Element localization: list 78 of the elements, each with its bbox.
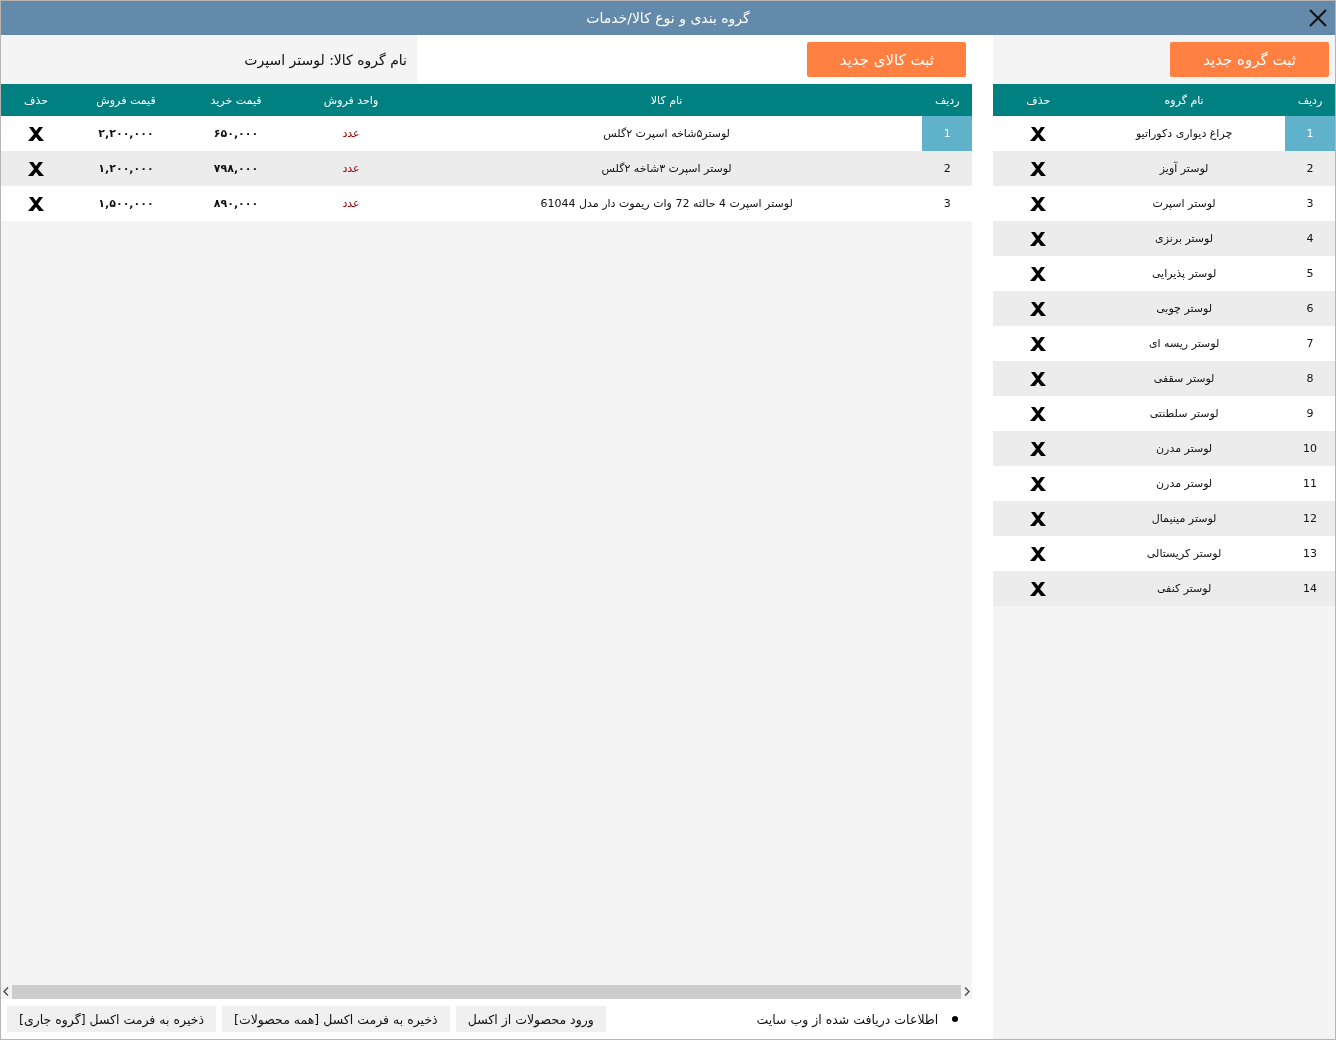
excel-button[interactable]: ورود محصولات از اکسل: [455, 1006, 606, 1032]
delete-icon[interactable]: [1029, 545, 1048, 562]
close-icon[interactable]: [1307, 7, 1329, 29]
table-cell-text: لوستر برنزی: [1154, 232, 1215, 245]
table-cell-text: 2: [1305, 161, 1315, 177]
table-cell-text: ۲,۲۰۰,۰۰۰: [97, 127, 155, 140]
table-cell-text: 11: [1302, 476, 1318, 492]
window-title: گروه بندی و نوع کالا/خدمات: [586, 10, 750, 26]
table-cell-text: 5: [1305, 266, 1315, 282]
delete-icon[interactable]: [1029, 125, 1048, 142]
table-cell-text: 8: [1305, 371, 1315, 387]
table-cell-text: 7: [1305, 336, 1315, 352]
table-cell-text: عدد: [341, 197, 361, 210]
table-cell-text: عدد: [341, 162, 361, 175]
delete-icon[interactable]: [27, 125, 45, 142]
table-cell-text: چراغ دیواری دکوراتیو: [1134, 127, 1234, 140]
bullet-icon: [952, 1016, 959, 1022]
table-cell: 1: [922, 116, 973, 151]
delete-icon[interactable]: [1029, 440, 1048, 457]
table-cell-text: لوستر چوبی: [1155, 302, 1214, 315]
table-cell-text: ۷۹۸,۰۰۰: [212, 162, 260, 175]
excel-button[interactable]: ذخیره به فرمت اکسل [همه محصولات]: [222, 1006, 450, 1032]
table-cell-text: لوستر کنفی: [1155, 582, 1213, 595]
delete-icon[interactable]: [1029, 475, 1048, 492]
table-cell-text: ۶۵۰,۰۰۰: [212, 127, 260, 140]
excel-button[interactable]: ذخیره به فرمت اکسل [گروه جاری]: [7, 1006, 216, 1032]
table-cell-text: 10: [1302, 441, 1318, 457]
table-cell-text: لوستر کریستالی: [1145, 547, 1223, 560]
table-cell-text: 3: [1305, 196, 1315, 212]
table-cell-text: لوستر مدرن: [1155, 477, 1214, 490]
delete-icon[interactable]: [1029, 230, 1048, 247]
table-cell-text: 4: [1305, 231, 1315, 247]
column-header: ردیف: [933, 93, 961, 107]
table-cell-text: لوستر سلطنتی: [1148, 407, 1220, 420]
column-header: حذف: [23, 93, 49, 107]
delete-icon[interactable]: [1029, 300, 1048, 317]
table-cell-text: 14: [1302, 581, 1318, 597]
delete-icon[interactable]: [1029, 370, 1048, 387]
table-cell-text: عدد: [341, 127, 361, 140]
column-header: حذف: [1025, 93, 1052, 107]
column-header: واحد فروش: [322, 93, 380, 107]
table-cell-text: 9: [1305, 406, 1315, 422]
table-cell-text: 3: [942, 196, 952, 212]
delete-icon[interactable]: [1029, 335, 1048, 352]
table-cell-text: ۱,۵۰۰,۰۰۰: [97, 197, 155, 210]
column-header: قیمت خرید: [209, 93, 263, 107]
delete-icon[interactable]: [27, 195, 45, 212]
delete-icon[interactable]: [27, 160, 45, 177]
column-header: نام کالا: [649, 93, 684, 107]
table-cell-text: لوستر۵شاخه اسپرت ۲گلس: [602, 127, 731, 140]
delete-icon[interactable]: [1029, 160, 1048, 177]
table-cell-text: لوستر سقفی: [1152, 372, 1216, 385]
table-cell-text: لوستر اسپرت: [1151, 197, 1217, 210]
table-cell-text: 2: [942, 161, 952, 177]
table-cell-text: لوستر مینیمال: [1150, 512, 1218, 525]
table-cell-text: ۸۹۰,۰۰۰: [212, 197, 260, 210]
table-cell-text: لوستر پذیرایی: [1150, 267, 1218, 280]
table-cell-text: لوستر اسپرت 4 حالته 72 وات ریموت دار مدل 61044: [539, 197, 794, 210]
table-cell-text: لوستر مدرن: [1155, 442, 1214, 455]
table-cell-text: ۱,۲۰۰,۰۰۰: [97, 162, 155, 175]
delete-icon[interactable]: [1029, 580, 1048, 597]
column-header: نام گروه: [1163, 93, 1205, 107]
table-cell-text: لوستر اسپرت ۳شاخه ۲گلس: [600, 162, 733, 175]
horizontal-scrollbar[interactable]: [1, 984, 973, 999]
group-name-label: نام گروه کالا: لوستر اسپرت: [244, 51, 407, 68]
table-cell-text: لوستر ریسه ای: [1147, 337, 1221, 350]
delete-icon[interactable]: [1029, 405, 1048, 422]
column-header: قیمت فروش: [95, 93, 157, 107]
table-cell-text: 6: [1305, 301, 1315, 317]
delete-icon[interactable]: [1029, 265, 1048, 282]
column-header: ردیف: [1296, 93, 1324, 107]
status-text: اطلاعات دریافت شده از وب سایت: [756, 1011, 939, 1027]
table-cell-text: لوستر آویز: [1158, 162, 1210, 175]
delete-icon[interactable]: [1029, 195, 1048, 212]
table-cell: 1: [1285, 116, 1335, 151]
delete-icon[interactable]: [1029, 510, 1048, 527]
table-cell-text: 12: [1302, 511, 1318, 527]
table-cell-text: 13: [1302, 546, 1318, 562]
